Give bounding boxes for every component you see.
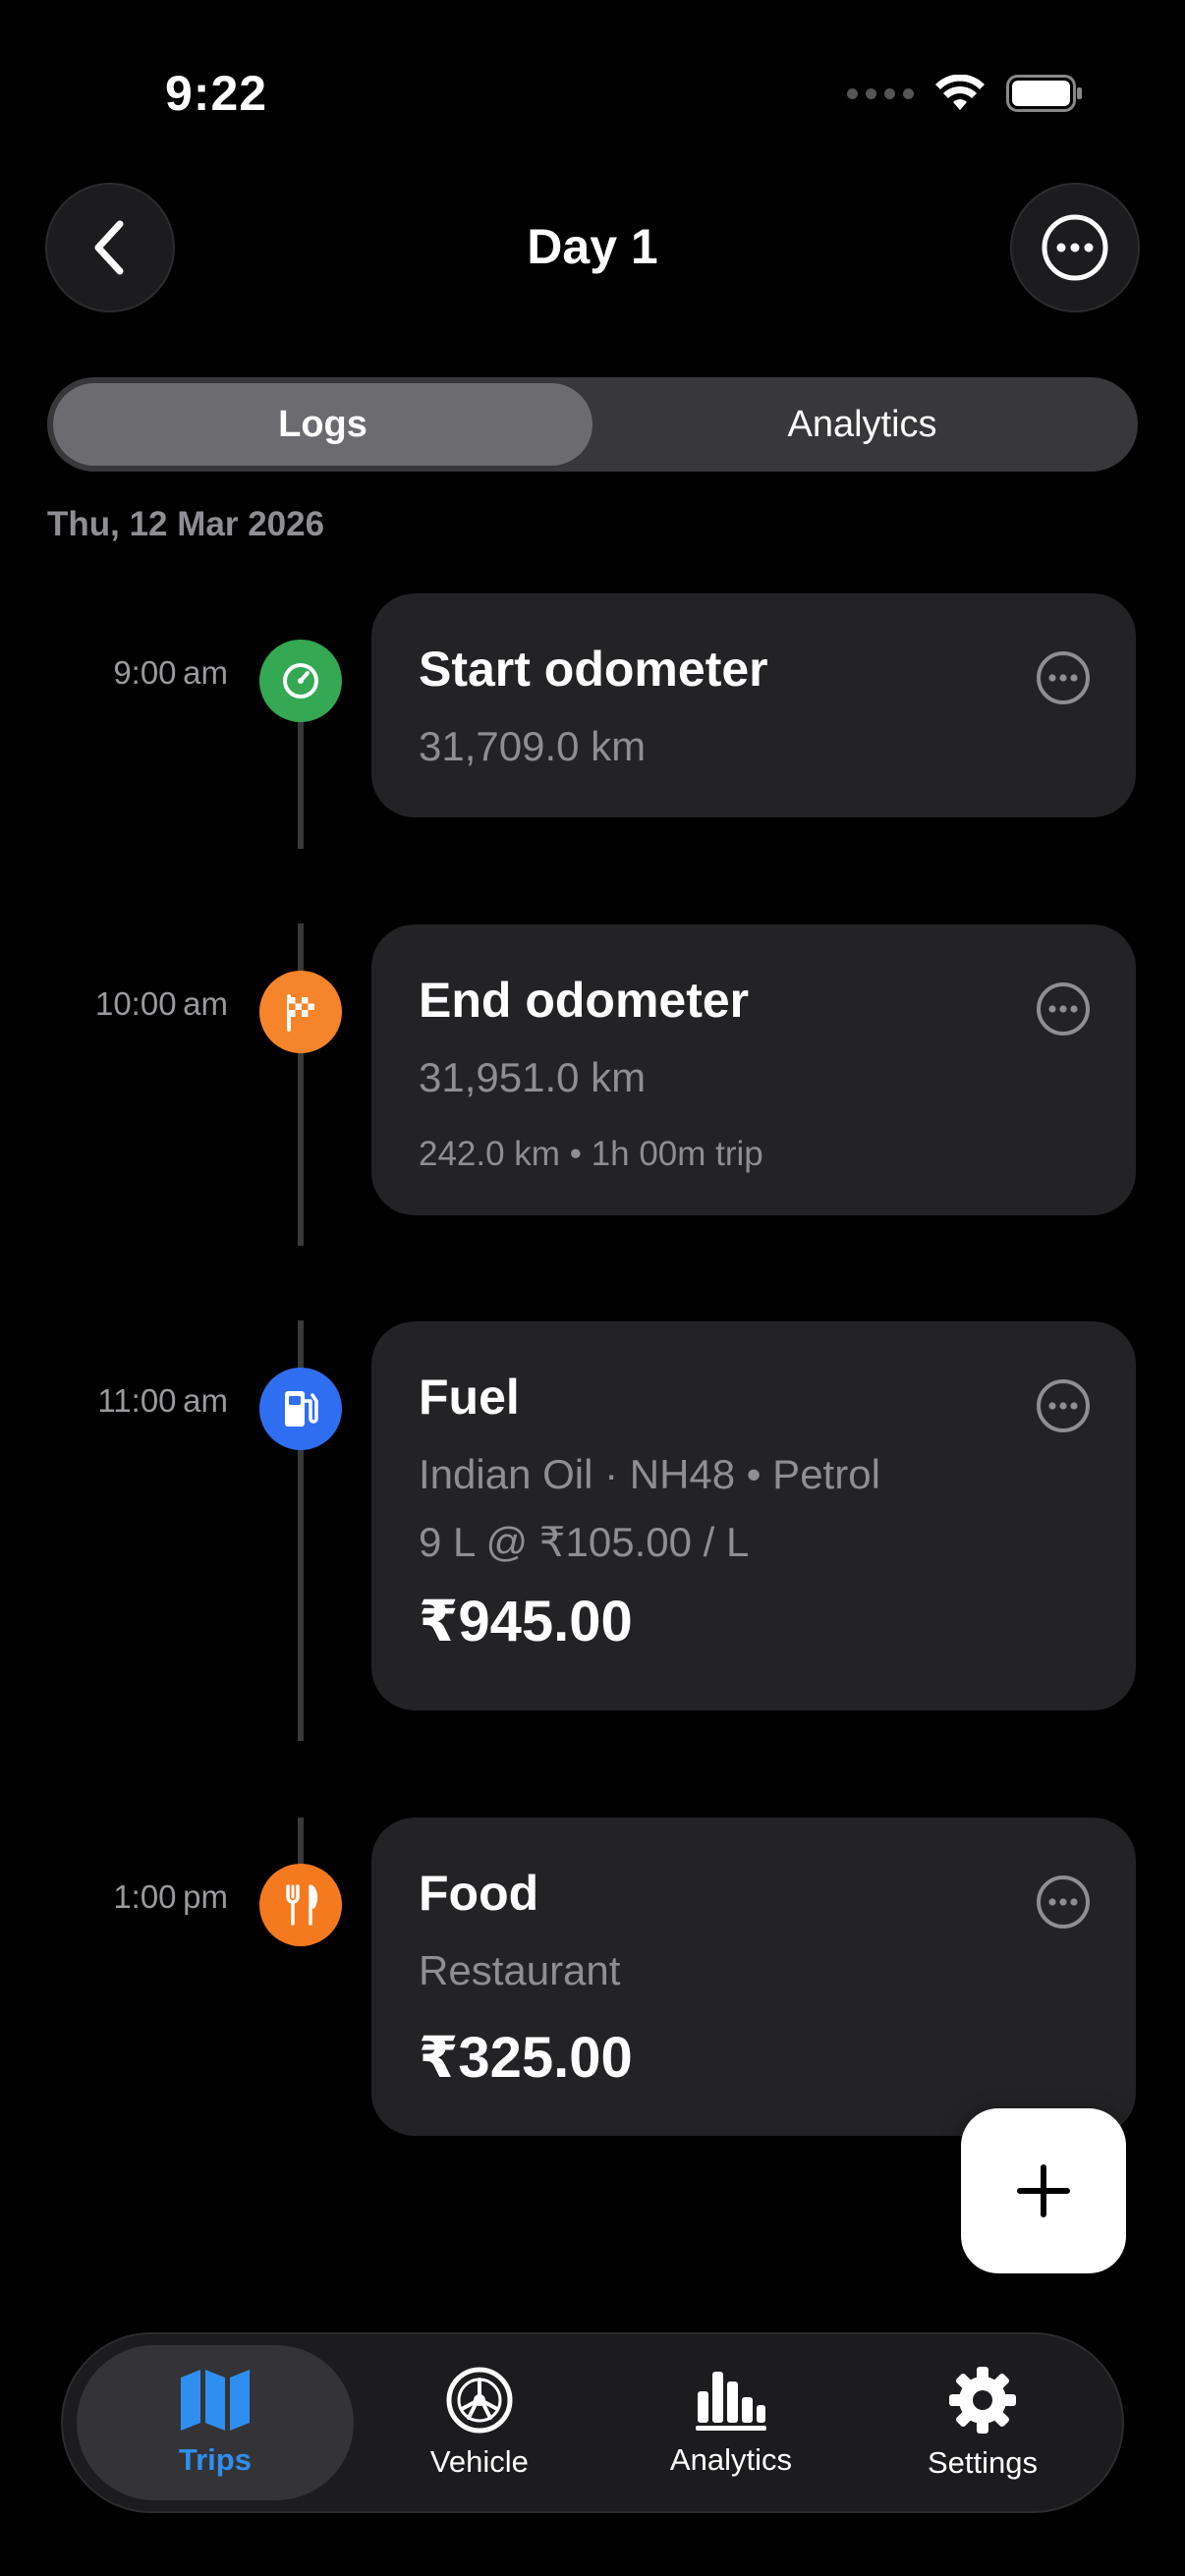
gear-icon <box>948 2367 1016 2434</box>
card-more-icon[interactable] <box>1036 650 1091 705</box>
food-amount: ₹325.00 <box>419 2026 633 2090</box>
add-entry-button[interactable] <box>961 2108 1126 2273</box>
entry-time: 11:00 am <box>97 1382 228 1419</box>
more-options-button[interactable] <box>1010 183 1140 312</box>
odometer-reading: 31,709.0 km <box>419 723 647 769</box>
timeline-connector <box>298 717 304 849</box>
tab-label: Settings <box>927 2445 1038 2480</box>
fork-knife-icon <box>286 1884 318 1926</box>
fuel-pump-icon <box>285 1391 318 1427</box>
checkered-flag-icon <box>287 994 314 1032</box>
speedometer-icon <box>283 663 318 699</box>
tab-vehicle[interactable]: Vehicle <box>354 2345 605 2500</box>
log-card-food[interactable]: Food Restaurant ₹325.00 <box>371 1818 1136 2136</box>
wifi-icon <box>935 75 985 110</box>
fuel-station-info: Indian Oil · NH48 • Petrol <box>419 1451 880 1497</box>
entry-icon-badge <box>259 1368 342 1450</box>
tab-settings[interactable]: Settings <box>857 2345 1108 2500</box>
status-time: 9:22 <box>165 66 268 121</box>
log-card-start-odometer[interactable]: Start odometer 31,709.0 km <box>371 593 1136 817</box>
food-place-type: Restaurant <box>419 1947 621 1993</box>
ellipsis-circle-icon <box>1042 214 1108 281</box>
battery-icon <box>1006 75 1082 112</box>
odometer-reading: 31,951.0 km <box>419 1054 647 1100</box>
card-more-icon[interactable] <box>1036 1875 1091 1930</box>
entry-time: 1:00 pm <box>113 1878 228 1915</box>
tab-bar: Trips Vehicle Analytics Settings <box>61 2332 1124 2513</box>
card-more-icon[interactable] <box>1036 981 1091 1036</box>
entry-time: 10:00 am <box>94 985 228 1022</box>
view-segmented-control: Logs Analytics <box>47 377 1138 472</box>
bar-chart-icon <box>695 2372 766 2431</box>
tab-label: Trips <box>178 2442 252 2477</box>
fuel-quantity-price: 9 L @ ₹105.00 / L <box>419 1519 750 1565</box>
page-title: Day 1 <box>527 219 658 274</box>
log-card-end-odometer[interactable]: End odometer 31,951.0 km 242.0 km • 1h 0… <box>371 924 1136 1215</box>
segment-analytics[interactable]: Analytics <box>592 383 1132 466</box>
date-label: Thu, 12 Mar 2026 <box>47 505 325 543</box>
trip-summary: 242.0 km • 1h 00m trip <box>419 1135 763 1173</box>
segment-logs[interactable]: Logs <box>53 383 592 466</box>
tab-analytics[interactable]: Analytics <box>605 2345 857 2500</box>
entry-icon-badge <box>259 640 342 722</box>
tab-label: Vehicle <box>429 2444 529 2479</box>
card-title: Start odometer <box>419 642 768 697</box>
wheel-icon <box>446 2367 513 2434</box>
log-card-fuel[interactable]: Fuel Indian Oil · NH48 • Petrol 9 L @ ₹1… <box>371 1321 1136 1710</box>
entry-icon-badge <box>259 971 342 1053</box>
tab-label: Analytics <box>669 2442 792 2477</box>
plus-icon <box>1017 2164 1070 2217</box>
tab-trips[interactable]: Trips <box>77 2345 354 2500</box>
card-title: Food <box>419 1866 539 1921</box>
card-more-icon[interactable] <box>1036 1378 1091 1433</box>
entry-icon-badge <box>259 1864 342 1946</box>
map-icon <box>180 2370 250 2431</box>
status-icons <box>847 75 1083 112</box>
fuel-amount: ₹945.00 <box>419 1590 633 1653</box>
card-title: End odometer <box>419 973 750 1028</box>
cellular-signal-icon <box>847 87 914 99</box>
entry-time: 9:00 am <box>113 654 228 691</box>
card-title: Fuel <box>419 1370 520 1425</box>
timeline-connector <box>298 1818 304 1869</box>
